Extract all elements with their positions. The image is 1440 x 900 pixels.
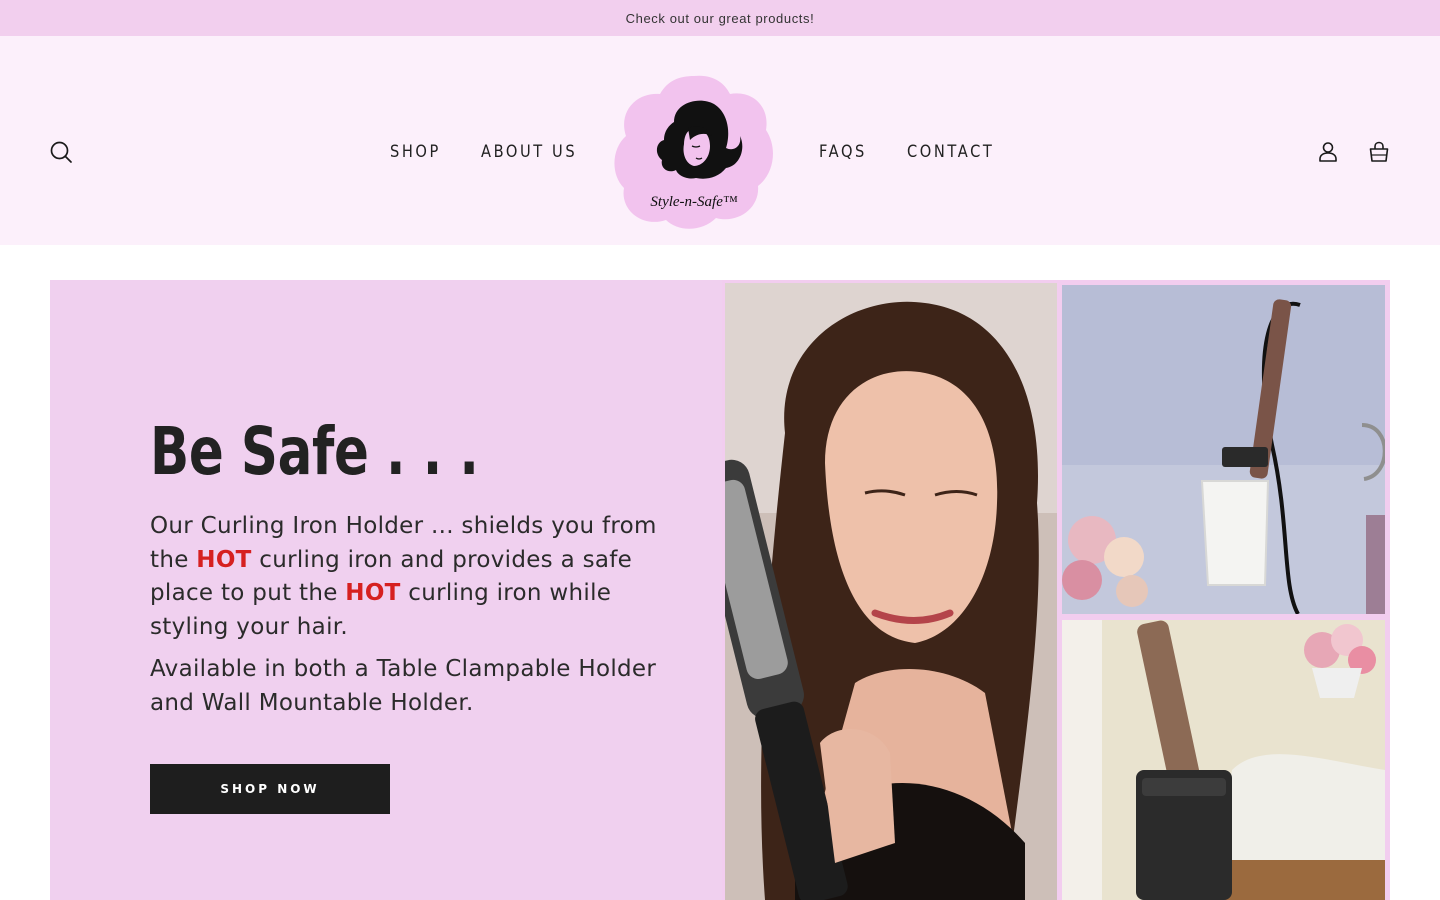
nav-about-us[interactable]: ABOUT US	[481, 140, 577, 164]
shopping-bag-icon[interactable]	[1366, 139, 1392, 165]
announcement-text: Check out our great products!	[625, 10, 815, 26]
hero-text-block: Be Safe . . . Our Curling Iron Holder ..…	[150, 410, 656, 721]
woman-curling-hair-photo	[725, 283, 1057, 900]
hero-description: Our Curling Iron Holder ... shields you …	[150, 510, 670, 644]
hero-heading: Be Safe . . .	[150, 413, 479, 490]
hero-banner: Be Safe . . . Our Curling Iron Holder ..…	[50, 280, 1390, 900]
clampable-holder-photo	[1062, 620, 1385, 900]
hot-highlight: HOT	[345, 580, 401, 607]
announcement-bar: Check out our great products!	[0, 0, 1440, 36]
logo-wordmark: Style-n-Safe™	[650, 194, 737, 210]
site-header: SHOP ABOUT US Style-n-Safe™ FAQS CONTACT	[0, 36, 1440, 245]
nav-shop[interactable]: SHOP	[390, 140, 441, 164]
hero-availability: Available in both a Table Clampable Hold…	[150, 656, 657, 716]
user-icon[interactable]	[1315, 139, 1341, 165]
hot-highlight: HOT	[196, 546, 252, 573]
shop-now-button[interactable]: SHOP NOW	[150, 764, 390, 814]
nav-faqs[interactable]: FAQS	[819, 140, 867, 164]
search-icon[interactable]	[48, 139, 74, 165]
brand-logo[interactable]: Style-n-Safe™	[612, 74, 776, 230]
product-photo-collage	[722, 280, 1390, 900]
nav-contact[interactable]: CONTACT	[907, 140, 994, 164]
wall-mounted-holder-photo	[1062, 285, 1385, 614]
